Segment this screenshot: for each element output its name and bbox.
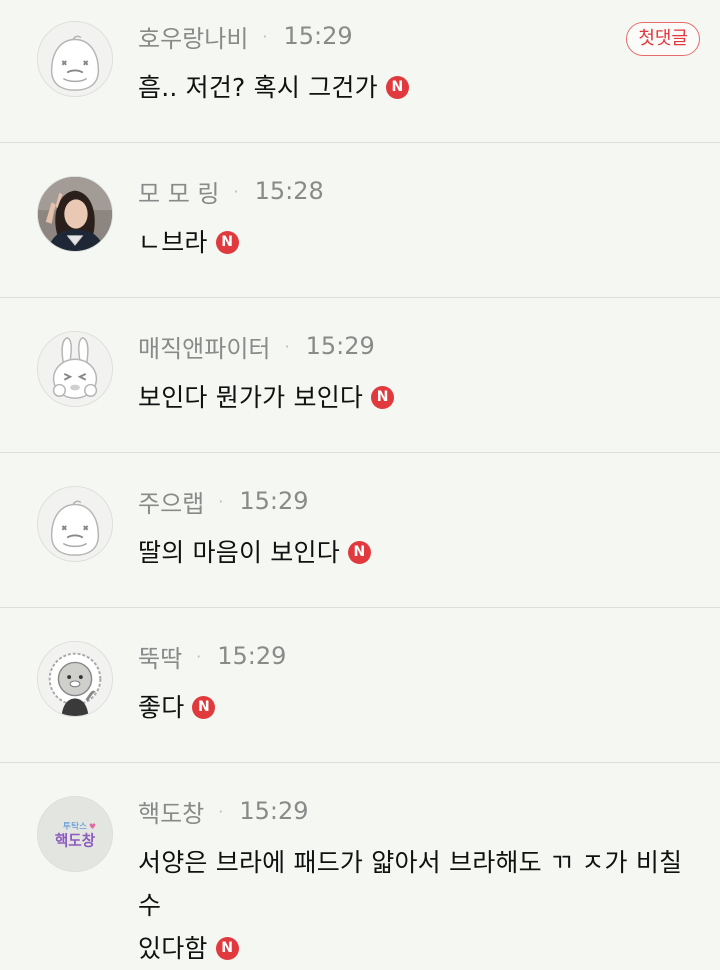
- comment-content: ㄴ브라 N: [138, 221, 690, 264]
- comment-content: 서양은 브라에 패드가 얇아서 브라해도 ㄲ ㅈ가 비칠수 있다함 N: [138, 841, 690, 970]
- comment-time: 15:29: [305, 332, 375, 360]
- first-comment-badge: 첫댓글: [626, 22, 700, 56]
- avatar[interactable]: 투탁스 ♥ 핵도창: [37, 796, 113, 872]
- svg-text:♥: ♥: [89, 822, 96, 831]
- author-name[interactable]: 뚝딱: [138, 639, 182, 674]
- comment-item: 투탁스 ♥ 핵도창 핵도창 · 15:29 서양은 브라에 패드가 얇아서 브라…: [0, 763, 720, 963]
- apeach-icon: [38, 487, 112, 561]
- avatar[interactable]: [37, 21, 113, 97]
- comment-meta: 핵도창 · 15:29: [138, 794, 309, 829]
- author-name[interactable]: 모 모 링: [138, 174, 220, 209]
- comment-content: 흠.. 저건? 혹시 그건가 N: [138, 66, 690, 109]
- comment-item: 호우랑나비 · 15:29 첫댓글 흠.. 저건? 혹시 그건가 N: [0, 0, 720, 143]
- svg-text:핵도창: 핵도창: [55, 833, 96, 850]
- avatar[interactable]: [37, 486, 113, 562]
- comment-time: 15:29: [283, 22, 353, 50]
- comment-time: 15:28: [254, 177, 324, 205]
- avatar[interactable]: [37, 331, 113, 407]
- avatar[interactable]: [37, 176, 113, 252]
- meta-separator: ·: [284, 336, 290, 356]
- author-name[interactable]: 주으랩: [138, 484, 204, 519]
- new-badge: N: [192, 695, 216, 719]
- comment-list: 호우랑나비 · 15:29 첫댓글 흠.. 저건? 혹시 그건가 N 모 모 링: [0, 0, 720, 963]
- profile-photo: [38, 177, 112, 251]
- svg-text:투탁스: 투탁스: [63, 820, 87, 832]
- comment-content: 딸의 마음이 보인다 N: [138, 531, 690, 574]
- comment-text: 보인다 뭔가가 보인다: [138, 383, 364, 412]
- author-name[interactable]: 핵도창: [138, 794, 204, 829]
- author-name[interactable]: 호우랑나비: [138, 19, 248, 54]
- comment-meta: 호우랑나비 · 15:29: [138, 19, 353, 54]
- meta-separator: ·: [233, 181, 239, 201]
- ryan-icon: [38, 642, 112, 716]
- comment-text: ㄴ브라: [138, 228, 208, 257]
- comment-item: 매직앤파이터 · 15:29 보인다 뭔가가 보인다 N: [0, 298, 720, 453]
- comment-text: 딸의 마음이 보인다: [138, 538, 340, 567]
- meta-separator: ·: [262, 26, 268, 46]
- muzi-icon: [38, 332, 112, 406]
- new-badge: N: [385, 75, 409, 99]
- meta-separator: ·: [196, 646, 202, 666]
- comment-text: 흠.. 저건? 혹시 그건가: [138, 73, 378, 102]
- comment-meta: 매직앤파이터 · 15:29: [138, 329, 375, 364]
- author-name[interactable]: 매직앤파이터: [138, 329, 270, 364]
- comment-item: 뚝딱 · 15:29 좋다 N: [0, 608, 720, 763]
- meta-separator: ·: [218, 801, 224, 821]
- comment-item: 주으랩 · 15:29 딸의 마음이 보인다 N: [0, 453, 720, 608]
- comment-time: 15:29: [239, 487, 309, 515]
- meta-separator: ·: [218, 491, 224, 511]
- new-badge: N: [371, 385, 395, 409]
- comment-meta: 주으랩 · 15:29: [138, 484, 309, 519]
- new-badge: N: [347, 540, 371, 564]
- comment-meta: 모 모 링 · 15:28: [138, 174, 324, 209]
- avatar[interactable]: [37, 641, 113, 717]
- comment-text: 좋다: [138, 693, 185, 722]
- comment-content: 좋다 N: [138, 686, 690, 729]
- comment-meta: 뚝딱 · 15:29: [138, 639, 287, 674]
- comment-item: 모 모 링 · 15:28 ㄴ브라 N: [0, 143, 720, 298]
- new-badge: N: [215, 936, 239, 960]
- comment-text-line: 서양은 브라에 패드가 얇아서 브라해도 ㄲ ㅈ가 비칠수: [138, 848, 683, 920]
- comment-time: 15:29: [239, 797, 309, 825]
- apeach-icon: [38, 22, 112, 96]
- comment-text-line: 있다함: [138, 934, 208, 963]
- comment-time: 15:29: [217, 642, 287, 670]
- text-avatar: 투탁스 ♥ 핵도창: [38, 797, 112, 871]
- comment-content: 보인다 뭔가가 보인다 N: [138, 376, 690, 419]
- new-badge: N: [215, 230, 239, 254]
